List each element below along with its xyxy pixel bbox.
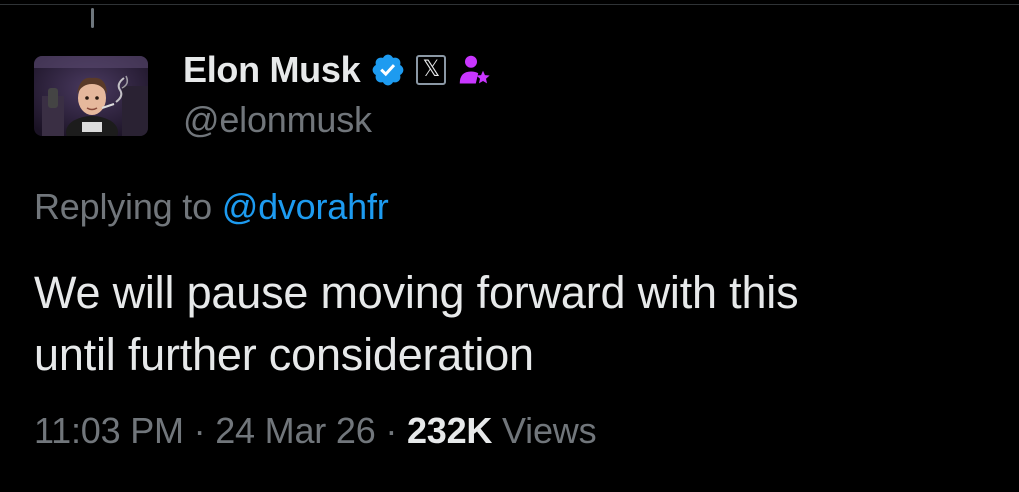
replying-to-line: Replying to @dvorahfr <box>34 186 389 228</box>
tweet-text-line: We will pause moving forward with this <box>34 267 799 318</box>
reply-mention-link[interactable]: @dvorahfr <box>222 186 389 227</box>
tweet-text: We will pause moving forward with this u… <box>34 262 994 386</box>
views-label[interactable]: Views <box>492 410 597 451</box>
tweet-text-line: until further consideration <box>34 329 534 380</box>
tweet-date[interactable]: 24 Mar 26 <box>215 410 375 451</box>
meta-separator: · <box>183 410 216 451</box>
verified-badge-icon[interactable] <box>370 52 406 88</box>
top-divider <box>0 4 1019 5</box>
tweet-meta: 11:03 PM · 24 Mar 26 · 232K Views <box>34 410 597 452</box>
meta-separator: · <box>375 410 407 451</box>
avatar-image <box>34 56 148 136</box>
x-affiliate-badge-icon[interactable]: 𝕏 <box>416 55 447 85</box>
star-person-icon[interactable] <box>456 52 492 88</box>
author-handle[interactable]: @elonmusk <box>183 99 372 141</box>
avatar[interactable] <box>34 56 148 136</box>
views-count[interactable]: 232K <box>407 410 492 451</box>
replying-to-label: Replying to <box>34 186 222 227</box>
thread-connector-line <box>91 8 94 28</box>
tweet-time[interactable]: 11:03 PM <box>34 410 184 451</box>
author-name-row: Elon Musk 𝕏 <box>183 48 492 92</box>
author-display-name[interactable]: Elon Musk <box>183 49 361 91</box>
